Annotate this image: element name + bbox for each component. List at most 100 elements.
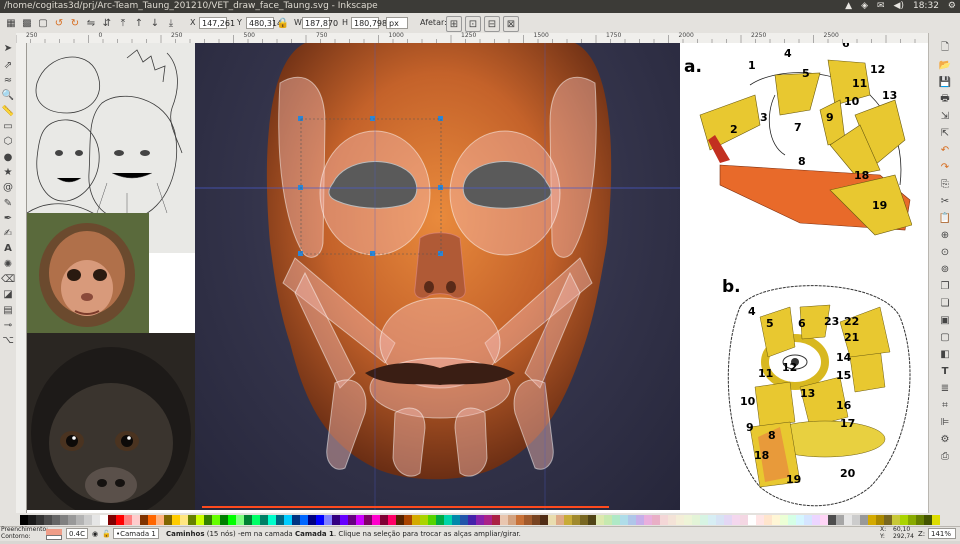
- color-swatch[interactable]: [348, 514, 356, 525]
- lock-icon[interactable]: 🔒: [276, 16, 290, 30]
- speaker-icon[interactable]: ▲: [845, 0, 852, 13]
- lower-to-bottom-icon[interactable]: ⤓: [164, 16, 178, 30]
- color-swatch[interactable]: [796, 514, 804, 525]
- gradient-tool-icon[interactable]: ▤: [1, 303, 15, 317]
- color-swatch[interactable]: [404, 514, 412, 525]
- measure-tool-icon[interactable]: 📏: [1, 104, 15, 118]
- zoom-page-icon[interactable]: ⊚: [938, 262, 952, 276]
- color-swatch[interactable]: [196, 514, 204, 525]
- color-swatch[interactable]: [340, 514, 348, 525]
- y-input[interactable]: 480,314: [246, 17, 282, 29]
- calligraphy-tool-icon[interactable]: ✍: [1, 226, 15, 240]
- color-swatch[interactable]: [780, 514, 788, 525]
- h-input[interactable]: 180,798: [351, 17, 387, 29]
- color-swatch[interactable]: [316, 514, 324, 525]
- color-swatch[interactable]: [108, 514, 116, 525]
- color-swatch[interactable]: [124, 514, 132, 525]
- align-icon[interactable]: ⊫: [938, 415, 952, 429]
- color-swatch[interactable]: [172, 514, 180, 525]
- paste-icon[interactable]: 📋: [938, 211, 952, 225]
- color-swatch[interactable]: [740, 514, 748, 525]
- color-swatch[interactable]: [220, 514, 228, 525]
- color-swatch[interactable]: [364, 514, 372, 525]
- color-swatch[interactable]: [252, 514, 260, 525]
- move-patterns-icon[interactable]: ⊠: [503, 16, 519, 32]
- color-swatch[interactable]: [516, 514, 524, 525]
- color-swatch[interactable]: [612, 514, 620, 525]
- color-swatch[interactable]: [476, 514, 484, 525]
- color-swatch[interactable]: [820, 514, 828, 525]
- color-swatch[interactable]: [324, 514, 332, 525]
- color-swatch[interactable]: [268, 514, 276, 525]
- export-icon[interactable]: ⇱: [938, 126, 952, 140]
- color-swatch[interactable]: [372, 514, 380, 525]
- color-swatch[interactable]: [260, 514, 268, 525]
- new-document-icon[interactable]: 🗋: [938, 41, 952, 55]
- color-swatch[interactable]: [532, 514, 540, 525]
- color-swatch[interactable]: [692, 514, 700, 525]
- zoom-input[interactable]: 141%: [928, 528, 956, 539]
- spray-tool-icon[interactable]: ✺: [1, 257, 15, 271]
- color-swatch[interactable]: [212, 514, 220, 525]
- stroke-width-input[interactable]: 0.4C: [66, 528, 88, 539]
- color-swatch[interactable]: [756, 514, 764, 525]
- color-swatch[interactable]: [596, 514, 604, 525]
- document-properties-icon[interactable]: ⎙: [938, 449, 952, 463]
- move-gradients-icon[interactable]: ⊟: [484, 16, 500, 32]
- color-swatch[interactable]: [524, 514, 532, 525]
- color-swatch[interactable]: [84, 514, 92, 525]
- color-swatch[interactable]: [292, 514, 300, 525]
- open-icon[interactable]: 📂: [938, 58, 952, 72]
- selected-line[interactable]: [202, 506, 609, 508]
- raise-icon[interactable]: ↑: [132, 16, 146, 30]
- color-swatch[interactable]: [844, 514, 852, 525]
- eye-icon[interactable]: ◉: [92, 527, 98, 541]
- 3d-box-tool-icon[interactable]: ⬡: [1, 134, 15, 148]
- text-font-icon[interactable]: T: [938, 364, 952, 378]
- color-swatch[interactable]: [828, 514, 836, 525]
- deselect-icon[interactable]: ▢: [36, 16, 50, 30]
- color-swatch[interactable]: [572, 514, 580, 525]
- layers-icon[interactable]: ≣: [938, 381, 952, 395]
- color-swatch[interactable]: [924, 514, 932, 525]
- color-swatch[interactable]: [180, 514, 188, 525]
- text-tool-icon[interactable]: A: [1, 241, 15, 255]
- volume-icon[interactable]: ◀): [894, 0, 904, 13]
- unit-select[interactable]: px: [386, 17, 408, 29]
- eraser-tool-icon[interactable]: ⌫: [1, 272, 15, 286]
- rotate-ccw-icon[interactable]: ↺: [52, 16, 66, 30]
- color-swatch[interactable]: [788, 514, 796, 525]
- color-swatch[interactable]: [444, 514, 452, 525]
- color-swatch[interactable]: [668, 514, 676, 525]
- scale-stroke-icon[interactable]: ⊞: [446, 16, 462, 32]
- color-swatch[interactable]: [204, 514, 212, 525]
- color-swatch[interactable]: [92, 514, 100, 525]
- color-swatch[interactable]: [748, 514, 756, 525]
- zoom-selection-icon[interactable]: ⊕: [938, 228, 952, 242]
- color-swatch[interactable]: [916, 514, 924, 525]
- x-input[interactable]: 147,261: [199, 17, 235, 29]
- color-swatch[interactable]: [484, 514, 492, 525]
- nose-shape[interactable]: [414, 232, 466, 299]
- color-swatch[interactable]: [548, 514, 556, 525]
- connector-tool-icon[interactable]: ⌥: [1, 333, 15, 347]
- color-swatch[interactable]: [284, 514, 292, 525]
- color-swatch[interactable]: [676, 514, 684, 525]
- ellipse-tool-icon[interactable]: ●: [1, 150, 15, 164]
- cut-icon[interactable]: ✂: [938, 194, 952, 208]
- color-swatch[interactable]: [564, 514, 572, 525]
- color-swatch[interactable]: [652, 514, 660, 525]
- vertical-ruler[interactable]: [16, 43, 27, 513]
- xml-editor-icon[interactable]: ⌗: [938, 398, 952, 412]
- copy-icon[interactable]: ⎘: [938, 177, 952, 191]
- color-swatch[interactable]: [148, 514, 156, 525]
- color-swatch[interactable]: [420, 514, 428, 525]
- color-swatch[interactable]: [580, 514, 588, 525]
- color-swatch[interactable]: [508, 514, 516, 525]
- pen-tool-icon[interactable]: ✒: [1, 211, 15, 225]
- color-swatch[interactable]: [76, 514, 84, 525]
- color-swatch[interactable]: [276, 514, 284, 525]
- group-icon[interactable]: ▣: [938, 313, 952, 327]
- clone-icon[interactable]: ❏: [938, 296, 952, 310]
- color-swatch[interactable]: [332, 514, 340, 525]
